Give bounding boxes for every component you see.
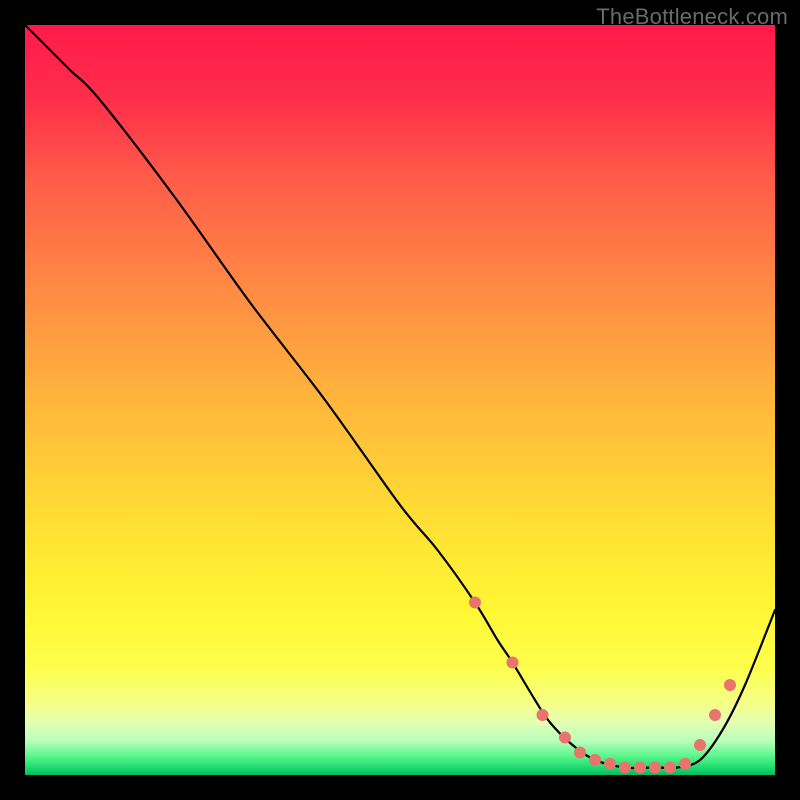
marker-dot (507, 657, 519, 669)
plot-area (25, 25, 775, 775)
chart-frame: TheBottleneck.com (0, 0, 800, 800)
chart-svg (25, 25, 775, 775)
marker-dot (589, 754, 601, 766)
heatmap-background (25, 25, 775, 775)
marker-dot (649, 762, 661, 774)
marker-dot (634, 762, 646, 774)
marker-dot (709, 709, 721, 721)
marker-dot (619, 762, 631, 774)
marker-dot (537, 709, 549, 721)
marker-dot (694, 739, 706, 751)
marker-dot (559, 732, 571, 744)
marker-dot (679, 758, 691, 770)
marker-dot (604, 758, 616, 770)
marker-dot (574, 747, 586, 759)
marker-dot (469, 597, 481, 609)
marker-dot (724, 679, 736, 691)
marker-dot (664, 762, 676, 774)
